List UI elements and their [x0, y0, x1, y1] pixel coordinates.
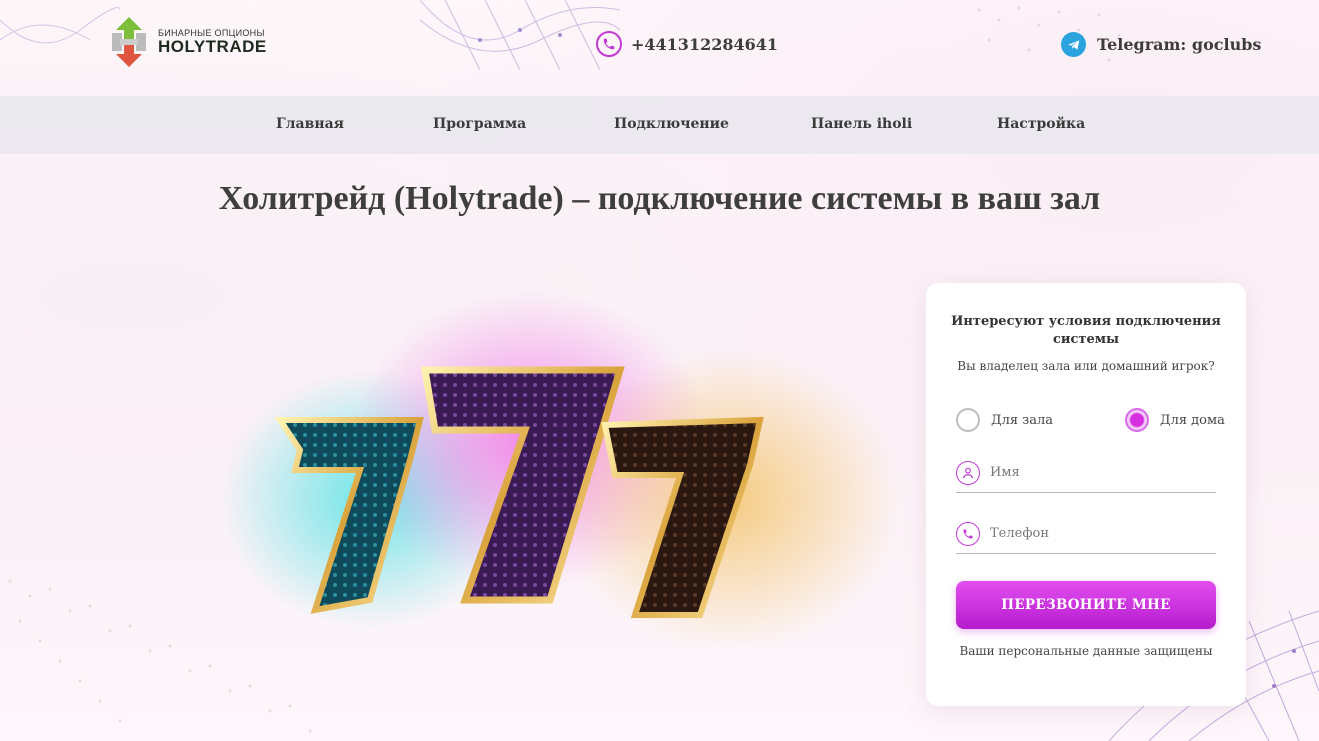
- nav-item-home[interactable]: Главная: [276, 116, 344, 132]
- radio-hall-label: Для зала: [991, 412, 1054, 428]
- logo-name: HOLYTRADE: [158, 37, 267, 56]
- nav-item-connection[interactable]: Подключение: [614, 116, 729, 132]
- form-title: Интересуют условия подключения системы: [951, 314, 1221, 347]
- hero-777-image: [220, 290, 900, 650]
- radio-hall-circle[interactable]: [956, 408, 980, 432]
- callback-form: Интересуют условия подключения системы В…: [926, 283, 1246, 706]
- phone-field: [956, 514, 1216, 554]
- phone-input[interactable]: [990, 526, 1210, 541]
- phone-icon: [956, 521, 980, 546]
- form-question: Вы владелец зала или домашний игрок?: [957, 359, 1215, 373]
- telegram-link: Telegram: goclubs: [1097, 35, 1262, 54]
- main-nav: Главная Программа Подключение Панель iho…: [0, 96, 1319, 154]
- radio-home[interactable]: Для дома: [1125, 408, 1225, 432]
- name-field: [956, 453, 1216, 493]
- name-input[interactable]: [990, 465, 1210, 480]
- radio-hall[interactable]: Для зала: [956, 408, 1053, 432]
- header-telegram[interactable]: Telegram: goclubs: [1061, 32, 1261, 57]
- logo-icon: [112, 17, 146, 67]
- phone-icon: [596, 31, 622, 57]
- radio-home-circle[interactable]: [1125, 408, 1149, 432]
- logo[interactable]: БИНАРНЫЕ ОПЦИОНЫ HOLYTRADE: [106, 17, 267, 67]
- phone-number: +441312284641: [631, 34, 778, 54]
- telegram-icon: [1061, 32, 1086, 57]
- nav-item-settings[interactable]: Настройка: [997, 116, 1085, 132]
- privacy-note: Ваши персональные данные защищены: [959, 644, 1213, 658]
- header-phone[interactable]: +441312284641: [596, 31, 778, 57]
- radio-home-label: Для дома: [1160, 412, 1225, 428]
- nav-item-panel[interactable]: Панель iholi: [811, 116, 912, 132]
- nav-item-program[interactable]: Программа: [433, 116, 526, 132]
- user-icon: [956, 460, 980, 485]
- page-title: Холитрейд (Holytrade) – подключение сист…: [218, 180, 1101, 217]
- callback-button[interactable]: ПЕРЕЗВОНИТЕ МНЕ: [956, 581, 1216, 629]
- site-header: БИНАРНЫЕ ОПЦИОНЫ HOLYTRADE +441312284641…: [0, 0, 1319, 96]
